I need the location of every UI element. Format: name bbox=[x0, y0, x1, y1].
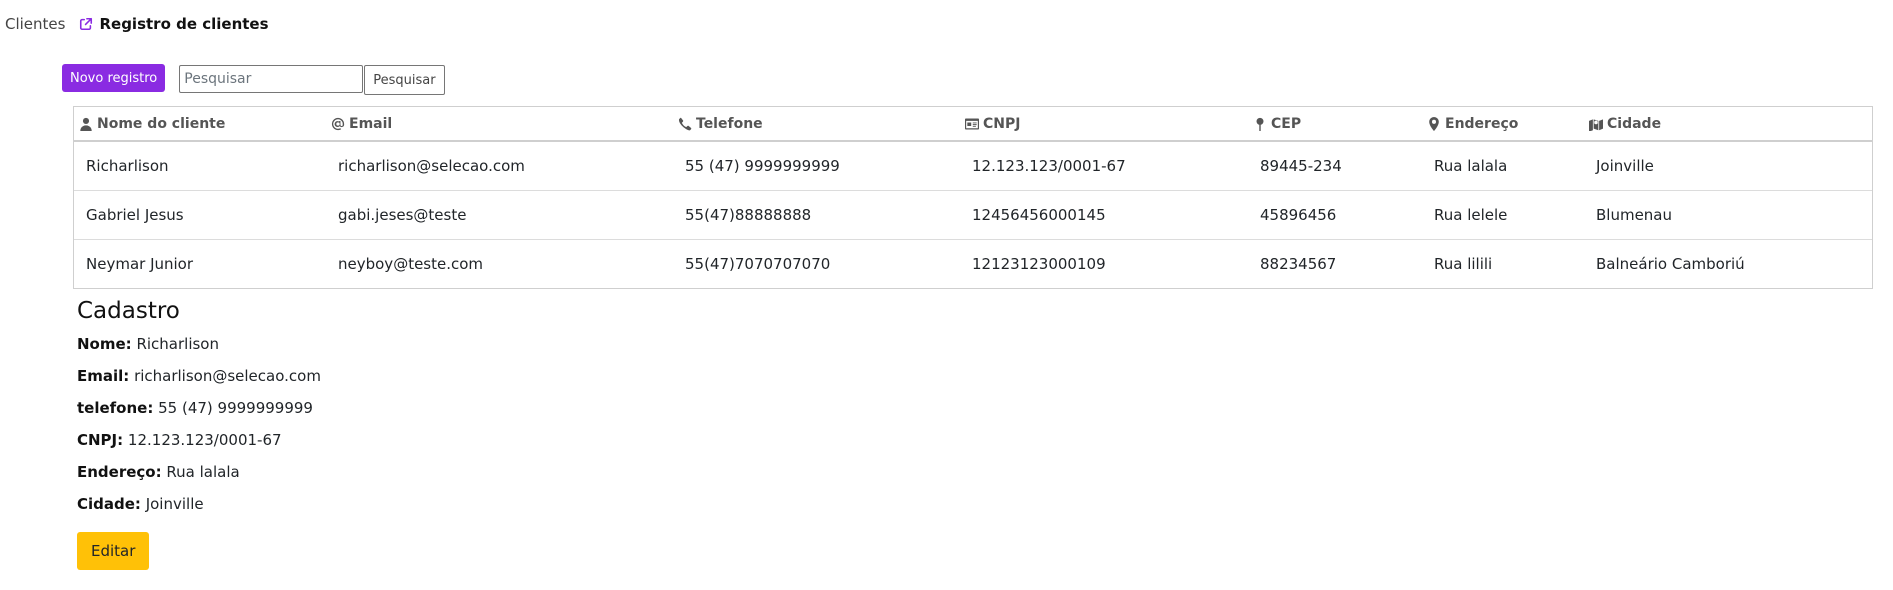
detail-cnpj-value: 12.123.123/0001-67 bbox=[127, 431, 282, 449]
table-row[interactable]: Richarlison richarlison@selecao.com 55 (… bbox=[74, 141, 1872, 191]
nav-clients-link[interactable]: Clientes bbox=[0, 15, 65, 33]
column-header-city[interactable]: Cidade bbox=[1584, 107, 1872, 142]
new-record-button[interactable]: Novo registro bbox=[62, 64, 166, 92]
edit-button[interactable]: Editar bbox=[77, 532, 150, 570]
column-header-cnpj[interactable]: CNPJ bbox=[960, 107, 1248, 142]
cell-name: Richarlison bbox=[74, 141, 326, 191]
column-header-cnpj-label: CNPJ bbox=[983, 115, 1021, 132]
column-header-address[interactable]: Endereço bbox=[1422, 107, 1584, 142]
cell-email: richarlison@selecao.com bbox=[326, 141, 673, 191]
column-header-phone-label: Telefone bbox=[696, 115, 763, 132]
detail-city-label: Cidade: bbox=[77, 495, 141, 513]
table-row[interactable]: Neymar Junior neyboy@teste.com 55(47)707… bbox=[74, 240, 1872, 289]
detail-city: Cidade: Joinville bbox=[77, 494, 677, 514]
table-header-row: Nome do cliente Email Telefone CNPJ CEP … bbox=[74, 107, 1872, 142]
detail-address-label: Endereço: bbox=[77, 463, 162, 481]
cell-address: Rua lelele bbox=[1422, 190, 1584, 240]
column-header-phone[interactable]: Telefone bbox=[673, 107, 960, 142]
detail-name: Nome: Richarlison bbox=[77, 334, 677, 354]
cell-phone: 55 (47) 9999999999 bbox=[673, 141, 960, 191]
cell-cep: 45896456 bbox=[1248, 190, 1422, 240]
nav-registry-link[interactable]: Registro de clientes bbox=[79, 15, 269, 33]
cell-name: Neymar Junior bbox=[86, 255, 194, 273]
cell-address: Rua lilili bbox=[1434, 255, 1493, 273]
detail-phone-label: telefone: bbox=[77, 399, 154, 417]
id-card-icon bbox=[965, 118, 979, 129]
column-header-name[interactable]: Nome do cliente bbox=[74, 107, 326, 142]
detail-address-value: Rua lalala bbox=[166, 463, 240, 481]
search-button[interactable]: Pesquisar bbox=[364, 65, 445, 95]
detail-cnpj: CNPJ: 12.123.123/0001-67 bbox=[77, 430, 677, 450]
detail-email-label: Email: bbox=[77, 367, 130, 385]
toolbar: Novo registro Pesquisar bbox=[62, 64, 445, 95]
external-link-icon bbox=[80, 17, 93, 31]
at-icon bbox=[331, 117, 345, 130]
search-group: Pesquisar bbox=[179, 65, 445, 95]
cell-cnpj: 12456456000145 bbox=[960, 190, 1248, 240]
top-nav: Clientes Registro de clientes bbox=[0, 10, 269, 38]
map-pin-icon bbox=[1256, 117, 1264, 131]
cell-cep: 89445-234 bbox=[1248, 141, 1422, 191]
detail-phone-value: 55 (47) 9999999999 bbox=[158, 399, 313, 417]
cell-city: Blumenau bbox=[1584, 190, 1872, 240]
cell-email: gabi.jeses@teste bbox=[326, 190, 673, 240]
cell-city: Joinville bbox=[1584, 141, 1872, 191]
column-header-name-label: Nome do cliente bbox=[97, 115, 226, 132]
column-header-cep[interactable]: CEP bbox=[1248, 107, 1422, 142]
column-header-address-label: Endereço bbox=[1445, 115, 1519, 132]
cell-city: Balneário Camboriú bbox=[1596, 255, 1745, 273]
cell-cep: 88234567 bbox=[1260, 255, 1337, 273]
detail-cnpj-label: CNPJ: bbox=[77, 431, 124, 449]
column-header-email[interactable]: Email bbox=[326, 107, 673, 142]
user-icon bbox=[80, 117, 92, 131]
cell-email: neyboy@teste.com bbox=[338, 255, 484, 273]
cell-phone: 55(47)88888888 bbox=[673, 190, 960, 240]
detail-address: Endereço: Rua lalala bbox=[77, 462, 677, 482]
client-detail: Cadastro Nome: Richarlison Email: richar… bbox=[77, 298, 677, 570]
cell-cnpj: 12123123000109 bbox=[972, 255, 1106, 273]
location-marker-icon bbox=[1429, 116, 1439, 131]
detail-email: Email: richarlison@selecao.com bbox=[77, 366, 677, 386]
clients-table: Nome do cliente Email Telefone CNPJ CEP … bbox=[73, 106, 1873, 289]
phone-icon bbox=[678, 117, 692, 130]
cell-phone: 55(47)7070707070 bbox=[685, 255, 831, 273]
column-header-email-label: Email bbox=[349, 115, 393, 132]
search-input[interactable] bbox=[179, 65, 364, 93]
cell-cnpj: 12.123.123/0001-67 bbox=[960, 141, 1248, 191]
column-header-cep-label: CEP bbox=[1271, 115, 1302, 132]
cell-name: Gabriel Jesus bbox=[74, 190, 326, 240]
detail-city-value: Joinville bbox=[145, 495, 204, 513]
detail-name-value: Richarlison bbox=[136, 335, 219, 353]
detail-name-label: Nome: bbox=[77, 335, 132, 353]
table-row[interactable]: Gabriel Jesus gabi.jeses@teste 55(47)888… bbox=[74, 190, 1872, 240]
map-icon bbox=[1589, 118, 1603, 131]
detail-title: Cadastro bbox=[77, 298, 180, 324]
detail-email-value: richarlison@selecao.com bbox=[134, 367, 321, 385]
detail-phone: telefone: 55 (47) 9999999999 bbox=[77, 398, 677, 418]
nav-registry-label: Registro de clientes bbox=[99, 15, 269, 33]
cell-address: Rua lalala bbox=[1422, 141, 1584, 191]
column-header-city-label: Cidade bbox=[1607, 115, 1662, 132]
